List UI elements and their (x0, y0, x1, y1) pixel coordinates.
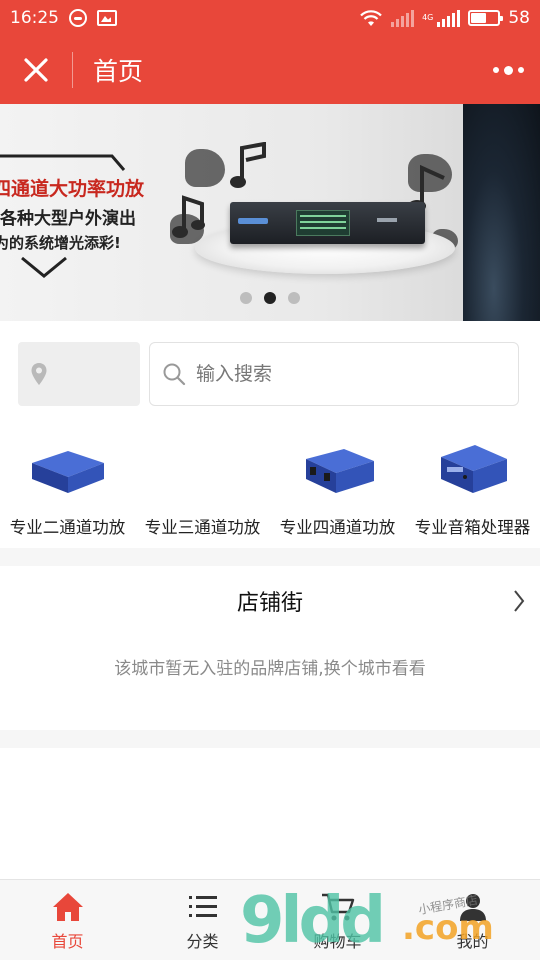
tab-label: 购物车 (313, 932, 362, 951)
carousel-dot[interactable] (240, 292, 252, 304)
location-selector[interactable] (18, 342, 140, 406)
banner-frame-lines (0, 154, 126, 278)
category-label: 专业二通道功放 (9, 518, 126, 537)
speaker-processor-icon (428, 428, 518, 508)
more-dot-icon (492, 67, 499, 73)
category-item[interactable]: 专业三通道功放 (135, 428, 270, 548)
category-label: 专业三通道功放 (144, 518, 261, 537)
network-type-label: 4G (422, 13, 434, 22)
signal-sim2-icon (437, 9, 461, 27)
status-left: 16:25 (10, 8, 117, 28)
category-item[interactable]: 专业音箱处理器 (405, 428, 540, 548)
category-item[interactable]: 专业二通道功放 (0, 428, 135, 548)
more-dot-icon (503, 65, 513, 75)
more-options-button[interactable] (476, 36, 540, 104)
empty-state-text: 该城市暂无入驻的品牌店铺,换个城市看看 (114, 659, 426, 679)
amplifier-icon (23, 428, 113, 508)
section-divider (0, 730, 540, 748)
page-title: 首页 (93, 57, 144, 86)
tab-label: 首页 (51, 932, 84, 951)
close-icon (24, 58, 48, 82)
more-dot-icon (517, 67, 524, 73)
tab-label: 我的 (456, 932, 489, 951)
music-note-icon (230, 142, 266, 188)
category-item[interactable]: 专业四通道功放 (270, 428, 405, 548)
amplifier-icon (158, 428, 248, 508)
section-divider (0, 548, 540, 566)
category-label: 专业音箱处理器 (414, 518, 531, 537)
user-icon (459, 894, 486, 921)
category-label: 专业四通道功放 (279, 518, 396, 537)
status-time: 16:25 (10, 8, 59, 28)
amplifier-product-image (230, 202, 425, 244)
tab-category[interactable]: 分类 (135, 880, 270, 960)
amplifier-icon (293, 428, 383, 508)
search-icon (163, 363, 186, 386)
carousel-dot[interactable] (288, 292, 300, 304)
nav-bar: 首页 (0, 36, 540, 104)
carousel-indicator (0, 292, 540, 304)
tab-cart[interactable]: 购物车 (270, 880, 405, 960)
banner-carousel[interactable]: 四通道大功率功放 各种大型户外演出 为的系统增光添彩! (0, 104, 540, 321)
notification-app-icon (69, 9, 87, 27)
close-button[interactable] (0, 36, 72, 104)
status-right: 4G 58 (359, 8, 530, 28)
tab-label: 分类 (186, 932, 219, 951)
wifi-icon (360, 10, 382, 26)
search-input[interactable] (196, 363, 496, 385)
section-title: 店铺街 (236, 591, 303, 616)
chevron-right-icon (514, 590, 525, 612)
search-bar[interactable] (149, 342, 519, 406)
battery-level: 58 (508, 8, 530, 28)
bottom-tab-bar: 首页 分类 购物车 我的 (0, 879, 540, 960)
list-icon (188, 896, 217, 917)
music-note-icon (172, 195, 205, 238)
tab-home[interactable]: 首页 (0, 880, 135, 960)
home-icon (52, 893, 83, 921)
cart-icon (321, 893, 354, 921)
shop-street-header[interactable]: 店铺街 (0, 566, 540, 636)
signal-sim1-icon (391, 9, 415, 27)
status-bar: 16:25 4G 58 (0, 0, 540, 36)
nav-divider (72, 52, 73, 88)
banner-splash-decoration (185, 149, 225, 187)
next-slide-preview (463, 104, 540, 321)
battery-icon (468, 10, 504, 26)
tab-profile[interactable]: 我的 (405, 880, 540, 960)
category-grid: 专业二通道功放 专业三通道功放 专业四通道功放 专业音箱处理器 (0, 428, 540, 548)
image-notification-icon (97, 10, 117, 26)
carousel-dot[interactable] (264, 292, 276, 304)
location-pin-icon (31, 363, 47, 385)
